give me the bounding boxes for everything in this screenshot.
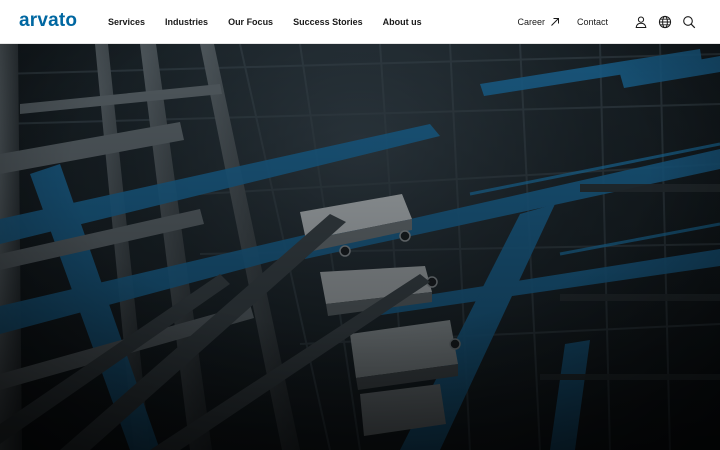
arvato-logo[interactable]: arvato: [19, 10, 77, 32]
site-header: arvato Services Industries Our Focus Suc…: [0, 0, 720, 44]
career-link[interactable]: Career: [517, 17, 560, 27]
external-arrow-icon: [551, 18, 559, 26]
user-icon[interactable]: [634, 15, 648, 29]
nav-item-services[interactable]: Services: [108, 17, 145, 27]
nav-item-about-us[interactable]: About us: [383, 17, 422, 27]
search-icon[interactable]: [682, 15, 696, 29]
nav-item-success-stories[interactable]: Success Stories: [293, 17, 363, 27]
main-nav: Services Industries Our Focus Success St…: [108, 0, 442, 44]
globe-icon[interactable]: [658, 15, 672, 29]
nav-item-our-focus[interactable]: Our Focus: [228, 17, 273, 27]
utility-nav: Career Contact: [517, 0, 696, 44]
hero-banner: [0, 44, 720, 450]
career-label: Career: [517, 17, 545, 27]
nav-item-industries[interactable]: Industries: [165, 17, 208, 27]
warehouse-racks-image: [0, 44, 720, 450]
contact-link[interactable]: Contact: [577, 17, 608, 27]
